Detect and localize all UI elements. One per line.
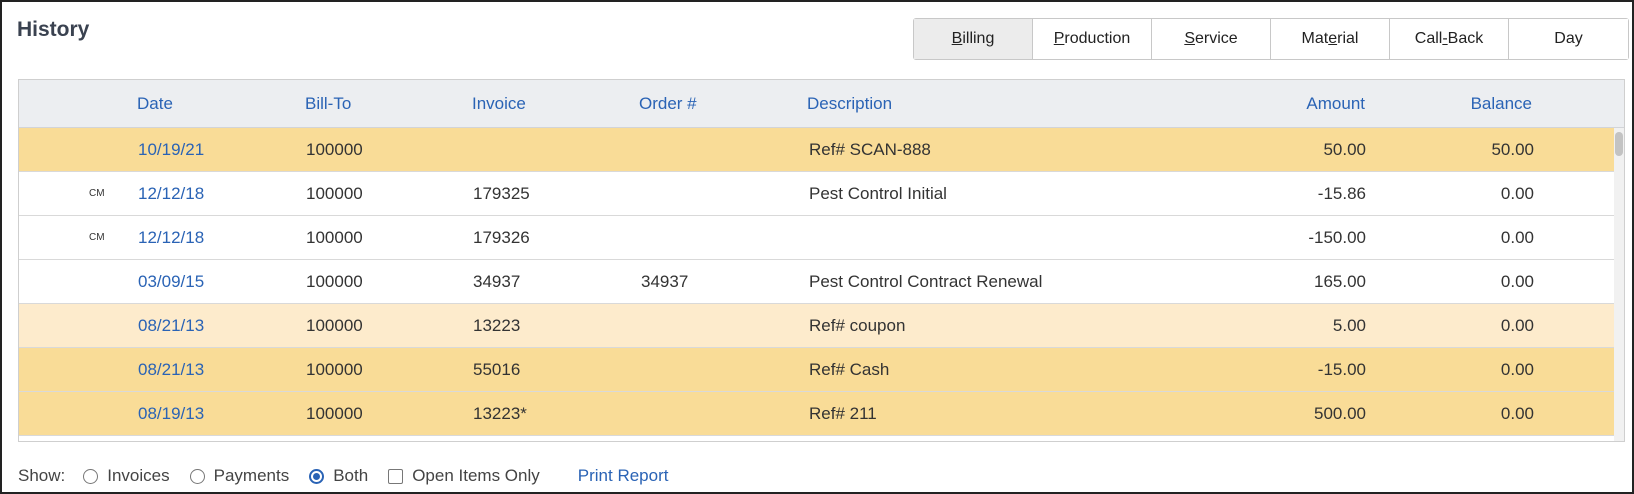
tab-label-accesskey: e [1328,30,1338,47]
col-amount-header[interactable]: Amount [1219,80,1365,128]
table-row[interactable]: 08/21/13 100000 13223 Ref# coupon 5.00 0.00 [19,304,1616,348]
row-balance: 0.00 [1500,272,1534,291]
vertical-scrollbar[interactable] [1614,128,1624,441]
col-order-header[interactable]: Order # [639,80,697,128]
history-grid: Date Bill-To Invoice Order # Description… [18,79,1625,442]
row-balance: 50.00 [1491,140,1534,159]
row-type-tag: CM [89,232,105,243]
tab-production[interactable]: Production [1033,19,1152,59]
history-panel: History Billing Production Service Material… [0,0,1634,494]
tab-label-accesskey: P [1053,30,1065,47]
row-amount: -15.00 [1317,360,1366,379]
row-type-tag: CM [89,188,105,199]
tab-label-accesskey: B [951,30,963,47]
show-option-both[interactable]: Both [309,466,368,486]
row-invoice: 179325 [473,184,530,203]
row-date[interactable]: 10/19/21 [138,128,204,172]
radio-icon[interactable] [83,468,99,484]
row-description: Ref# 211 [809,404,877,423]
row-amount: 165.00 [1314,272,1366,291]
tab-label-post: ervice [1194,30,1238,47]
table-row[interactable]: 08/19/13 100000 13223* Ref# 211 500.00 0.00 [19,392,1616,436]
scrollbar-thumb[interactable] [1615,132,1623,156]
row-amount: -150.00 [1308,228,1366,247]
row-description: Pest Control Contract Renewal [809,272,1043,291]
tab-day[interactable]: Day [1509,19,1628,59]
show-option-label: Payments [213,466,290,485]
tab-material[interactable]: Material [1271,19,1390,59]
row-bill-to: 100000 [306,184,363,203]
tab-label-post: illing [962,30,995,47]
tab-label-accesskey: S [1184,30,1195,47]
table-row[interactable]: 03/09/15 100000 34937 34937 Pest Control Con… [19,260,1616,304]
tab-label-pre: Mat [1301,30,1329,47]
tab-label-post: Back [1447,30,1484,47]
col-description-header[interactable]: Description [807,80,892,128]
col-date-header[interactable]: Date [137,80,173,128]
row-date[interactable]: 08/21/13 [138,348,204,392]
show-option-label: Invoices [107,466,170,485]
radio-icon[interactable] [309,468,325,484]
row-balance: 0.00 [1500,360,1534,379]
grid-header: Date Bill-To Invoice Order # Description… [19,80,1624,128]
row-description: Ref# coupon [809,316,906,335]
tab-service[interactable]: Service [1152,19,1271,59]
show-options: Invoices Payments Both [83,466,388,486]
row-bill-to: 100000 [306,140,363,159]
row-bill-to: 100000 [306,316,363,335]
row-date[interactable]: 12/12/18 [138,172,204,216]
row-date[interactable]: 08/21/13 [138,304,204,348]
row-amount: 5.00 [1332,316,1366,335]
print-report-link[interactable]: Print Report [578,466,669,486]
show-option-label: Both [333,466,369,485]
row-date[interactable]: 08/19/13 [138,392,204,436]
show-option-invoices[interactable]: Invoices [83,466,170,486]
row-invoice: 34937 [473,272,521,291]
checkbox-icon[interactable] [388,468,404,484]
row-balance: 0.00 [1500,316,1534,335]
table-row[interactable]: 08/21/13 100000 55016 Ref# Cash -15.00 0.00 [19,348,1616,392]
tab-call-back[interactable]: Call-Back [1390,19,1509,59]
history-tabs: Billing Production Service Material Call-Bac… [913,18,1629,60]
row-bill-to: 100000 [306,360,363,379]
radio-icon[interactable] [189,468,205,484]
show-label: Show: [18,466,66,485]
row-amount: 500.00 [1314,404,1366,423]
tab-billing[interactable]: Billing [914,19,1033,59]
row-bill-to: 100000 [306,404,363,423]
tab-label-post: rial [1337,30,1359,47]
tab-label-post: roduction [1064,30,1131,47]
table-row[interactable]: 10/19/21 100000 Ref# SCAN-888 50.00 50.00 [19,128,1616,172]
tab-label-pre: Call [1414,30,1443,47]
open-items-only-checkbox[interactable]: Open Items Only [388,466,540,486]
table-row[interactable]: CM 12/12/18 100000 179325 Pest Control Initi… [19,172,1616,216]
row-balance: 0.00 [1500,184,1534,203]
row-bill-to: 100000 [306,272,363,291]
col-balance-header[interactable]: Balance [1389,80,1532,128]
row-description: Ref# SCAN-888 [809,140,931,159]
row-invoice: 13223* [473,404,527,423]
show-option-payments[interactable]: Payments [189,466,290,486]
col-invoice-header[interactable]: Invoice [472,80,526,128]
row-invoice: 179326 [473,228,530,247]
row-description: Ref# Cash [809,360,890,379]
page-title: History [17,18,90,41]
row-bill-to: 100000 [306,228,363,247]
row-order: 34937 [641,272,689,291]
row-invoice: 55016 [473,360,521,379]
row-date[interactable]: 12/12/18 [138,216,204,260]
show-filter: Show: Invoices Payments Both Open Items On… [18,465,668,487]
row-description: Pest Control Initial [809,184,947,203]
row-amount: -15.86 [1317,184,1366,203]
row-amount: 50.00 [1323,140,1366,159]
col-bill-to-header[interactable]: Bill-To [305,80,351,128]
row-date[interactable]: 03/09/15 [138,260,204,304]
tab-label-post: Day [1554,30,1583,47]
row-invoice: 13223 [473,316,521,335]
open-items-label: Open Items Only [412,466,540,485]
row-balance: 0.00 [1500,228,1534,247]
row-balance: 0.00 [1500,404,1534,423]
table-row[interactable]: CM 12/12/18 100000 179326 -150.00 0.00 [19,216,1616,260]
